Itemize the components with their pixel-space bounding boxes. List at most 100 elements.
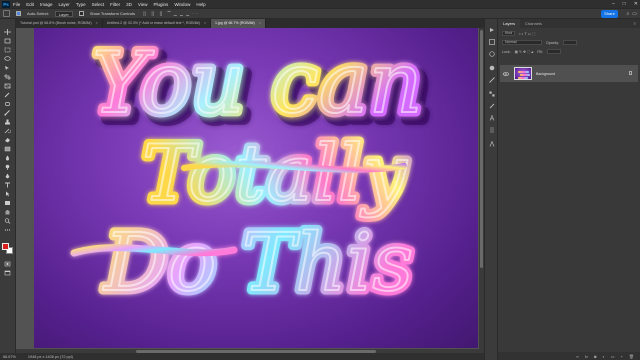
- menu-filter[interactable]: Filter: [110, 2, 120, 7]
- tab-1-jpg[interactable]: 1.jpg @ 66.7% (RGB/8#) ×: [211, 19, 266, 28]
- blend-mode-dropdown[interactable]: Normal: [502, 40, 542, 45]
- more-tools-icon[interactable]: [4, 227, 11, 233]
- lock-row: Lock: ▦ ✎ ✥ ⬚ 🔒︎ Fill:: [502, 48, 636, 55]
- menu-help[interactable]: Help: [196, 2, 205, 7]
- tab-layers[interactable]: Layers: [498, 19, 521, 28]
- workspace-icon[interactable]: ▭: [632, 11, 637, 17]
- frame-tool-icon[interactable]: [4, 83, 11, 89]
- swatches-icon[interactable]: [489, 91, 495, 97]
- menu-file[interactable]: File: [13, 2, 20, 7]
- eye-icon[interactable]: [503, 71, 509, 76]
- move-tool-icon[interactable]: [4, 29, 11, 35]
- healing-brush-tool-icon[interactable]: [4, 101, 11, 107]
- close-icon[interactable]: ×: [96, 19, 98, 28]
- rectangle-tool-icon[interactable]: [4, 200, 11, 206]
- menu-view[interactable]: View: [138, 2, 148, 7]
- maximize-button[interactable]: □: [623, 0, 626, 8]
- lasso-tool-icon[interactable]: [4, 56, 11, 62]
- app-logo: Ps: [2, 0, 10, 8]
- menu-window[interactable]: Window: [174, 2, 190, 7]
- canvas-area[interactable]: You can You can You can Totally Totally …: [16, 28, 478, 353]
- character-icon[interactable]: [489, 115, 495, 121]
- link-layers-icon[interactable]: ∞: [576, 354, 579, 359]
- search-icon[interactable]: ⌕: [626, 11, 629, 17]
- minimize-button[interactable]: –: [612, 0, 615, 8]
- adjustment-layer-icon[interactable]: ◐: [602, 354, 604, 359]
- zoom-level[interactable]: 66.67%: [3, 355, 16, 359]
- close-icon[interactable]: ×: [204, 19, 206, 28]
- zoom-tool-icon[interactable]: [4, 218, 11, 224]
- marquee-tool-icon[interactable]: [4, 47, 11, 53]
- window-controls: – □ ✕: [612, 0, 638, 8]
- properties-icon[interactable]: [489, 39, 495, 45]
- eyedropper-tool-icon[interactable]: [4, 92, 11, 98]
- object-select-tool-icon[interactable]: [4, 65, 11, 71]
- document-canvas[interactable]: You can You can You can Totally Totally …: [34, 28, 478, 348]
- add-mask-icon[interactable]: ◙: [594, 354, 596, 359]
- blur-tool-icon[interactable]: [4, 155, 11, 161]
- pen-tool-icon[interactable]: [4, 173, 11, 179]
- opacity-label: Opacity:: [546, 40, 560, 45]
- scrollbar-thumb[interactable]: [480, 30, 483, 268]
- auto-select-dropdown[interactable]: Layer: [54, 10, 73, 17]
- align-icons[interactable]: ▕▏▕▏▕▏ ▔ ▁ ▁ ▁ ···: [141, 11, 199, 16]
- auto-select-label: Auto-Select:: [27, 11, 49, 16]
- menu-image[interactable]: Image: [40, 2, 53, 7]
- close-button[interactable]: ✕: [634, 0, 638, 8]
- menu-select[interactable]: Select: [92, 2, 105, 7]
- fill-field[interactable]: [546, 49, 561, 54]
- color-icon[interactable]: [489, 77, 495, 83]
- group-icon[interactable]: ▭: [611, 354, 615, 359]
- gradient-tool-icon[interactable]: [4, 146, 11, 152]
- glyphs-icon[interactable]: [489, 141, 495, 147]
- type-tool-icon[interactable]: [4, 182, 11, 188]
- tab-label: 1.jpg @ 66.7% (RGB/8#): [215, 21, 255, 25]
- tab-untitled-2[interactable]: Untitled-2 @ 33.3% (* Add or erase defau…: [103, 19, 211, 28]
- brushes-icon[interactable]: [489, 103, 495, 109]
- share-button[interactable]: Share: [601, 10, 618, 18]
- path-selection-tool-icon[interactable]: [4, 191, 11, 197]
- adjustments-icon[interactable]: [489, 51, 495, 57]
- transform-controls-checkbox[interactable]: [78, 11, 84, 16]
- layer-name[interactable]: Background: [536, 72, 555, 76]
- menu-plugins[interactable]: Plugins: [154, 2, 169, 7]
- menu-edit[interactable]: Edit: [26, 2, 34, 7]
- libraries-icon[interactable]: [489, 65, 495, 71]
- history-brush-tool-icon[interactable]: [4, 128, 11, 134]
- kind-filter-dropdown[interactable]: Kind: [502, 31, 516, 36]
- foreground-color-swatch[interactable]: [2, 243, 9, 250]
- quick-mask-icon[interactable]: [4, 261, 11, 267]
- screen-mode-icon[interactable]: [4, 270, 11, 276]
- move-tool-preset-icon[interactable]: [3, 10, 10, 17]
- history-icon[interactable]: [489, 27, 495, 33]
- menu-layer[interactable]: Layer: [59, 2, 70, 7]
- hand-tool-icon[interactable]: [4, 209, 11, 215]
- crop-tool-icon[interactable]: [4, 74, 11, 80]
- dodge-tool-icon[interactable]: [4, 164, 11, 170]
- new-layer-icon[interactable]: +: [621, 354, 623, 359]
- tab-channels[interactable]: Channels: [520, 19, 547, 28]
- document-tabs: Tutorial.psd @ 66.6% (Brush noise, RGB/8…: [16, 19, 484, 28]
- filter-icons[interactable]: ▪ ◐ T ▭ ⬚: [519, 32, 535, 36]
- menu-type[interactable]: Type: [76, 2, 86, 7]
- lock-icon[interactable]: [629, 71, 632, 75]
- fx-icon[interactable]: fx: [585, 354, 588, 359]
- tab-tutorial[interactable]: Tutorial.psd @ 66.6% (Brush noise, RGB/8…: [16, 19, 103, 28]
- layer-thumbnail: [514, 67, 532, 80]
- trash-icon[interactable]: 🗑︎: [629, 354, 634, 359]
- filter-row: Kind ▪ ◐ T ▭ ⬚: [502, 30, 636, 37]
- artwork-line1-highlight: You can: [92, 34, 423, 132]
- close-icon[interactable]: ×: [259, 19, 261, 28]
- panel-menu-icon[interactable]: ≡: [634, 21, 636, 26]
- eraser-tool-icon[interactable]: [4, 137, 11, 143]
- layer-row-background[interactable]: Background: [500, 65, 638, 82]
- menu-3d[interactable]: 3D: [126, 2, 132, 7]
- opacity-field[interactable]: [563, 40, 578, 45]
- status-bar: 66.67% 1948 px x 1406 px (72 ppi): [0, 353, 484, 360]
- lock-icons[interactable]: ▦ ✎ ✥ ⬚ 🔒︎: [515, 50, 534, 54]
- paragraph-icon[interactable]: [489, 127, 495, 133]
- artboard-tool-icon[interactable]: [4, 38, 11, 44]
- auto-select-checkbox[interactable]: [16, 11, 21, 16]
- clone-stamp-tool-icon[interactable]: [4, 119, 11, 125]
- brush-tool-icon[interactable]: [4, 110, 11, 116]
